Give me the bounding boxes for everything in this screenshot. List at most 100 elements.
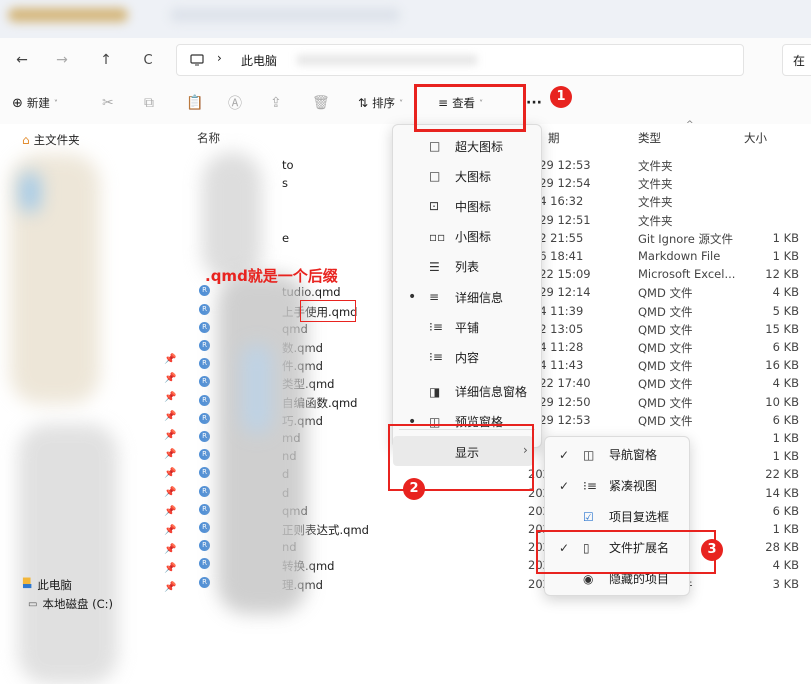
view-menu-item[interactable]: ◨ 详细信息窗格 — [393, 377, 541, 407]
home-icon: ⌂ — [22, 133, 30, 147]
command-bar: ⊕ 新建 ˅ ✂ ⧉ 📋 Ⓐ ⇪ 🗑 ⇅ 排序 ˅ ≡ 查看 ˅ ··· — [0, 82, 811, 124]
drive-icon: ▭ — [28, 598, 38, 610]
view-menu-label: 内容 — [455, 350, 480, 365]
qmd-file-icon: R — [199, 412, 210, 424]
sidebar-item-home[interactable]: ⌂ 主文件夹 — [22, 132, 80, 148]
view-menu-item[interactable]: □ 大图标 — [393, 161, 541, 191]
view-menu-item[interactable]: ☰ 列表 — [393, 252, 541, 282]
address-box[interactable]: › 此电脑 — [176, 44, 744, 76]
show-submenu-item[interactable]: ✓ ◫ 导航窗格 — [545, 439, 689, 470]
row-size: 4 KB — [772, 558, 799, 573]
annotation-badge-3: 3 — [701, 539, 723, 561]
show-submenu-item[interactable]: ☑ 项目复选框 — [545, 501, 689, 532]
view-menu-item[interactable]: ⁝≡ 平铺 — [393, 312, 541, 342]
view-menu-label: 列表 — [455, 260, 480, 275]
cut-icon[interactable]: ✂ — [102, 94, 114, 112]
pin-icon-column: 📌 📌 📌 📌 📌 📌 📌 📌 📌 📌 📌 📌 📌 — [164, 354, 177, 593]
row-name: e — [282, 230, 290, 245]
show-submenu-item[interactable]: ✓ ⁝≡ 紧凑视图 — [545, 470, 689, 501]
delete-icon[interactable]: 🗑 — [312, 94, 330, 112]
address-bar-row: ← → ↑ C › 此电脑 在 — [0, 38, 811, 83]
row-type: 文件夹 — [638, 195, 673, 210]
view-menu-label: 详细信息 — [455, 290, 504, 305]
view-menu-item[interactable]: • ≡ 详细信息 — [393, 282, 541, 312]
paste-icon[interactable]: 📋 — [186, 94, 203, 112]
more-options-button[interactable]: ··· — [526, 94, 542, 112]
annotation-badge-1: 1 — [550, 86, 572, 108]
row-type: QMD 文件 — [638, 395, 693, 410]
title-bar — [0, 0, 811, 38]
new-label: 新建 — [26, 96, 50, 110]
row-type: QMD 文件 — [638, 377, 693, 392]
row-size: 12 KB — [765, 267, 799, 282]
breadcrumb-separator: › — [217, 51, 222, 65]
row-size: 10 KB — [765, 394, 799, 409]
row-size: 4 KB — [772, 285, 799, 300]
monitor-icon — [190, 54, 204, 66]
column-header-date[interactable]: 期 — [548, 130, 560, 146]
column-header-size[interactable]: 大小 — [744, 130, 767, 146]
checkmark-icon: ✓ — [559, 478, 570, 493]
refresh-button[interactable]: C — [138, 50, 158, 70]
view-menu-item[interactable]: ⊡ 中图标 — [393, 191, 541, 221]
row-size: 5 KB — [772, 303, 799, 318]
row-name: to — [282, 158, 294, 172]
submenu-item-label: 项目复选框 — [609, 510, 670, 524]
share-icon[interactable]: ⇪ — [270, 94, 282, 112]
view-dropdown-menu: □ 超大图标 □ 大图标 ⊡ 中图标 ▫▫ 小图标 ☰ 列表 • ≡ 详细信息 ⁝≡ 平铺 ⁝≡ 内容 ◨ 详细信息… — [392, 124, 542, 448]
row-size: 6 KB — [772, 340, 799, 354]
blurred-file-names — [217, 274, 307, 614]
qmd-file-icon: R — [199, 558, 210, 570]
blurred-file-blue — [242, 344, 272, 434]
forward-button[interactable]: → — [52, 50, 72, 70]
submenu-item-icon: ☑ — [583, 509, 594, 524]
qmd-file-icon: R — [199, 321, 210, 333]
search-box[interactable]: 在 — [782, 44, 811, 76]
view-menu-item[interactable]: □ 超大图标 — [393, 131, 541, 161]
view-menu-item[interactable]: ▫▫ 小图标 — [393, 222, 541, 252]
submenu-item-label: 导航窗格 — [609, 448, 658, 462]
row-size: 4 KB — [772, 376, 799, 391]
computer-icon: ▬ — [22, 578, 33, 592]
column-header-type[interactable]: 类型 — [638, 130, 661, 146]
qmd-file-icon: R — [199, 503, 210, 515]
checkmark-icon: ✓ — [559, 447, 570, 462]
navigation-pane: ⌂ 主文件夹 📌 📌 📌 📌 📌 📌 📌 📌 📌 📌 📌 📌 📌 ■ ▬ 此电脑 ▭ 本地磁盘 (C:) — [0, 124, 182, 684]
view-menu-label: 大图标 — [455, 169, 492, 184]
sidebar-home-label: 主文件夹 — [33, 133, 80, 147]
submenu-item-icon: ⁝≡ — [583, 478, 597, 493]
sort-button[interactable]: ⇅ 排序 ˅ — [358, 94, 403, 112]
view-mode-icon: □ — [429, 169, 441, 184]
qmd-file-icon: R — [199, 394, 210, 406]
up-button[interactable]: ↑ — [96, 50, 116, 70]
back-button[interactable]: ← — [12, 50, 32, 70]
row-type: QMD 文件 — [638, 413, 693, 428]
qmd-file-icon: R — [199, 376, 210, 388]
blurred-tab-area — [170, 8, 400, 22]
breadcrumb-this-pc[interactable]: 此电脑 — [241, 52, 277, 69]
copy-icon[interactable]: ⧉ — [144, 94, 154, 112]
sort-up-icon: ^ — [686, 120, 694, 130]
column-header-name[interactable]: 名称 — [197, 130, 220, 146]
row-size: 22 KB — [765, 467, 799, 482]
view-menu-label: 超大图标 — [455, 139, 504, 154]
sort-icon: ⇅ — [358, 96, 369, 110]
view-mode-icon: □ — [429, 139, 441, 153]
view-menu-item[interactable]: ⁝≡ 内容 — [393, 342, 541, 372]
submenu-item-label: 紧凑视图 — [609, 479, 658, 493]
row-size: 6 KB — [772, 412, 799, 427]
row-type: 文件夹 — [638, 177, 673, 192]
qmd-file-icon: R — [199, 303, 210, 315]
row-type: Microsoft Excel... — [638, 267, 736, 282]
row-type: Markdown File — [638, 249, 721, 263]
row-type: 文件夹 — [638, 213, 673, 228]
annotation-box-extension — [536, 530, 716, 574]
new-button[interactable]: ⊕ 新建 ˅ — [12, 94, 58, 112]
qmd-file-icon: R — [199, 340, 210, 351]
sidebar-item-this-pc[interactable]: ▬ 此电脑 — [22, 577, 72, 593]
rename-icon[interactable]: Ⓐ — [228, 94, 242, 112]
row-size: 6 KB — [772, 503, 799, 518]
view-menu-label: 平铺 — [455, 320, 480, 335]
blurred-file-icons — [202, 152, 262, 282]
sidebar-item-local-disk[interactable]: ▭ 本地磁盘 (C:) — [28, 596, 113, 612]
